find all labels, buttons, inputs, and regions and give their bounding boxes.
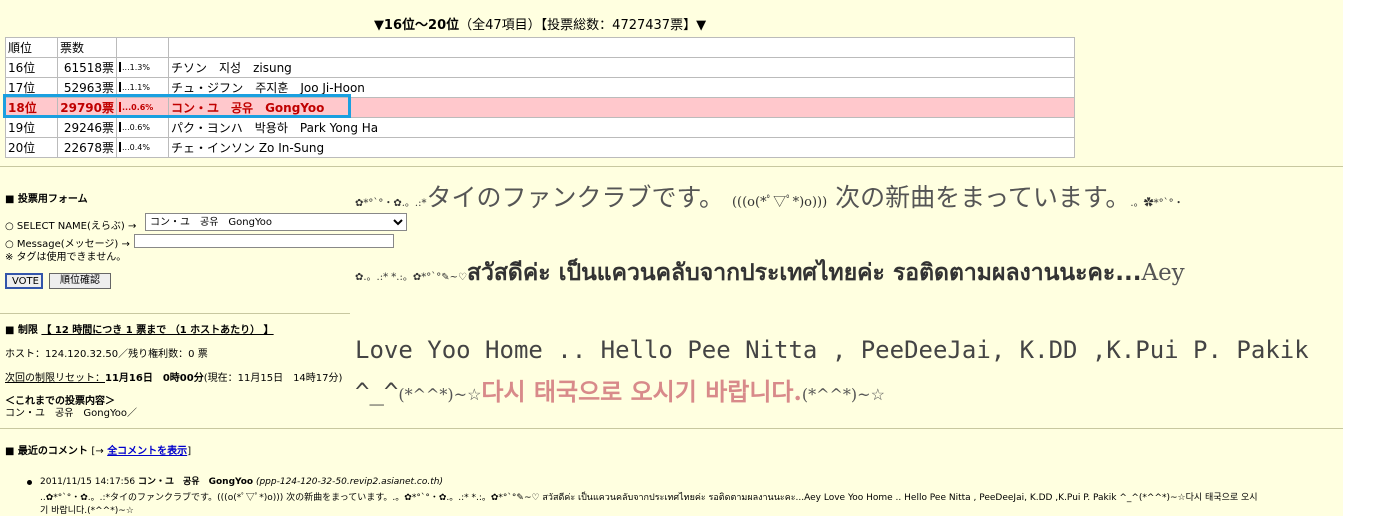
votes-cell: 52963票 xyxy=(57,77,117,98)
show-all-prefix: [→ xyxy=(91,446,104,457)
table-row: 16位 61518票 ...1.3% チソン 지성 zisung xyxy=(5,57,1075,78)
rank-confirm-button[interactable]: 順位確認 xyxy=(49,273,111,289)
ranking-header: ▼16位〜20位（全47項目）【投票総数：4727437票】▼ xyxy=(0,14,1080,33)
message-face: (((o(*ﾟ▽ﾟ*)o))) xyxy=(731,195,828,210)
bar-mark xyxy=(119,82,121,92)
tag-note: ※ タグは使用できません。 xyxy=(5,252,127,263)
pct-label: 0.4% xyxy=(129,142,150,152)
bar-cell: ...0.6% xyxy=(116,117,169,138)
ranking-table: 順位 票数 16位 61518票 ...1.3% チソン 지성 zisung 1… xyxy=(5,37,1075,158)
ranking-meta: （全47項目）【投票総数：4727437票】▼ xyxy=(459,18,707,33)
bar-mark xyxy=(119,122,121,132)
table-row: 17位 52963票 ...1.1% チュ・ジフン 주지훈 Joo Ji-Hoo… xyxy=(5,77,1075,98)
list-bullet xyxy=(27,480,32,485)
comment-timestamp: 2011/11/15 14:17:56 xyxy=(40,477,136,487)
bar-mark xyxy=(119,102,121,112)
message-text: (*^^*)~☆ xyxy=(801,385,885,404)
decor-symbols: .。✿*°`°・ xyxy=(1130,198,1184,209)
show-all-comments-link[interactable]: 全コメントを表示 xyxy=(107,446,187,457)
bar-cell: ...1.1% xyxy=(116,77,169,98)
bar-mark xyxy=(119,62,121,72)
rank-cell: 19位 xyxy=(5,117,58,138)
pct-label: 1.1% xyxy=(129,82,150,92)
reset-value: 11月16日 0時00分 xyxy=(105,373,204,384)
divider xyxy=(0,166,1343,167)
message-text: タイのファンクラブです。 xyxy=(426,183,724,212)
message-text: Aey xyxy=(1141,260,1185,286)
message-thai: สวัสดีค่ะ เป็นแควนคลับจากประเทศไทยค่ะ รอ… xyxy=(466,260,1142,286)
pct-label: 1.3% xyxy=(129,62,150,72)
name-cell: チェ・インソン Zo In-Sung xyxy=(168,137,1075,158)
comment-meta: 2011/11/15 14:17:56 コン・ユ 공유 GongYoo (ppp… xyxy=(40,474,443,487)
reset-prefix: 次回の制限リセット： xyxy=(5,373,105,384)
col-rank: 順位 xyxy=(5,37,58,58)
form-title: ■ 投票用フォーム xyxy=(5,194,88,205)
name-select[interactable]: コン・ユ 공유 GongYoo xyxy=(145,213,407,231)
host-line: ホスト：124.120.32.50／残り権利数：0 票 xyxy=(5,349,208,360)
bar-mark xyxy=(119,142,121,152)
votes-cell: 22678票 xyxy=(57,137,117,158)
comment-host: (ppp-124-120-32-50.revip2.asianet.co.th) xyxy=(255,477,443,487)
bar-cell: ...1.3% xyxy=(116,57,169,78)
name-cell: パク・ヨンハ 박용하 Park Yong Ha xyxy=(168,117,1075,138)
message-line-2: ✿.。.:* *.:。✿*°`°✎~♡สวัสดีค่ะ เป็นแควนคลั… xyxy=(355,255,1185,291)
table-row: 19位 29246票 ...0.6% パク・ヨンハ 박용하 Park Yong … xyxy=(5,117,1075,138)
votes-cell: 61518票 xyxy=(57,57,117,78)
limit-label: ■ 制限 xyxy=(5,325,38,336)
message-text: (*^^*)~☆ xyxy=(398,385,482,404)
pct-label: 0.6% xyxy=(131,102,154,112)
table-row: 20位 22678票 ...0.4% チェ・インソン Zo In-Sung xyxy=(5,137,1075,158)
votes-cell: 29790票 xyxy=(57,97,117,118)
limit-line: ■ 制限 【 12 時間につき 1 票まで （1 ホストあたり） 】 xyxy=(5,321,274,336)
name-cell: チュ・ジフン 주지훈 Joo Ji-Hoon xyxy=(168,77,1075,98)
show-all-suffix: ] xyxy=(187,446,192,457)
comments-header: ■ 最近のコメント [→ 全コメントを表示] xyxy=(5,442,191,457)
message-input[interactable] xyxy=(134,234,394,248)
col-name xyxy=(168,37,1075,58)
message-korean: 다시 태국으로 오시기 바랍니다. xyxy=(481,377,802,406)
bar-cell: ...0.4% xyxy=(116,137,169,158)
reset-line: 次回の制限リセット：11月16日 0時00分(現在：11月15日 14時17分) xyxy=(5,369,342,384)
rank-cell: 18位 xyxy=(5,97,58,118)
select-name-label: ○ SELECT NAME(えらぶ) → xyxy=(5,221,137,232)
decor-symbols: ✿*°`°・✿.。.:* xyxy=(355,198,427,209)
page: ▼16位〜20位（全47項目）【投票総数：4727437票】▼ 順位 票数 16… xyxy=(0,0,1343,516)
message-line-1: ✿*°`°・✿.。.:*タイのファンクラブです。 (((o(*ﾟ▽ﾟ*)o)))… xyxy=(355,178,1184,214)
name-cell: チソン 지성 zisung xyxy=(168,57,1075,78)
comment-body-line-1: ..✿*°`°・✿.。.:*タイのファンクラブです。(((o(*ﾟ▽ﾟ*)o))… xyxy=(40,493,1258,503)
limit-rule: 【 12 時間につき 1 票まで （1 ホストあたり） 】 xyxy=(41,325,274,336)
comment-name: コン・ユ 공유 GongYoo xyxy=(138,477,254,487)
col-votes: 票数 xyxy=(57,37,117,58)
message-text: 次の新曲をまっています。 xyxy=(835,183,1131,212)
decor-symbols: ✿.。.:* *.:。✿*°`°✎~♡ xyxy=(355,272,467,283)
votes-cell: 29246票 xyxy=(57,117,117,138)
rank-cell: 17位 xyxy=(5,77,58,98)
divider xyxy=(0,428,1343,429)
vote-button[interactable]: VOTE xyxy=(5,273,43,289)
message-line-4: ^_^(*^^*)~☆다시 태국으로 오시기 바랍니다.(*^^*)~☆ xyxy=(355,372,885,407)
bar-cell: ...0.6% xyxy=(116,97,169,118)
rank-cell: 20位 xyxy=(5,137,58,158)
message-text: ^_^ xyxy=(355,378,399,406)
ranking-header-row: 順位 票数 xyxy=(5,37,1075,58)
history-value: コン・ユ 공유 GongYoo／ xyxy=(5,408,137,419)
ranking-range: ▼16位〜20位 xyxy=(373,18,460,33)
table-row-highlighted: 18位 29790票 ...0.6% コン・ユ 공유 GongYoo xyxy=(5,97,1075,118)
pct-label: 0.6% xyxy=(129,122,150,132)
col-bar xyxy=(116,37,169,58)
divider xyxy=(0,313,350,314)
comments-title: ■ 最近のコメント xyxy=(5,446,88,457)
reset-current: (現在：11月15日 14時17分) xyxy=(203,373,343,384)
comment-body-line-2: 기 바랍니다.(*^^*)~☆ xyxy=(40,506,134,516)
rank-cell: 16位 xyxy=(5,57,58,78)
name-cell: コン・ユ 공유 GongYoo xyxy=(168,97,1075,118)
message-line-3: Love Yoo Home .. Hello Pee Nitta , PeeDe… xyxy=(355,336,1309,364)
